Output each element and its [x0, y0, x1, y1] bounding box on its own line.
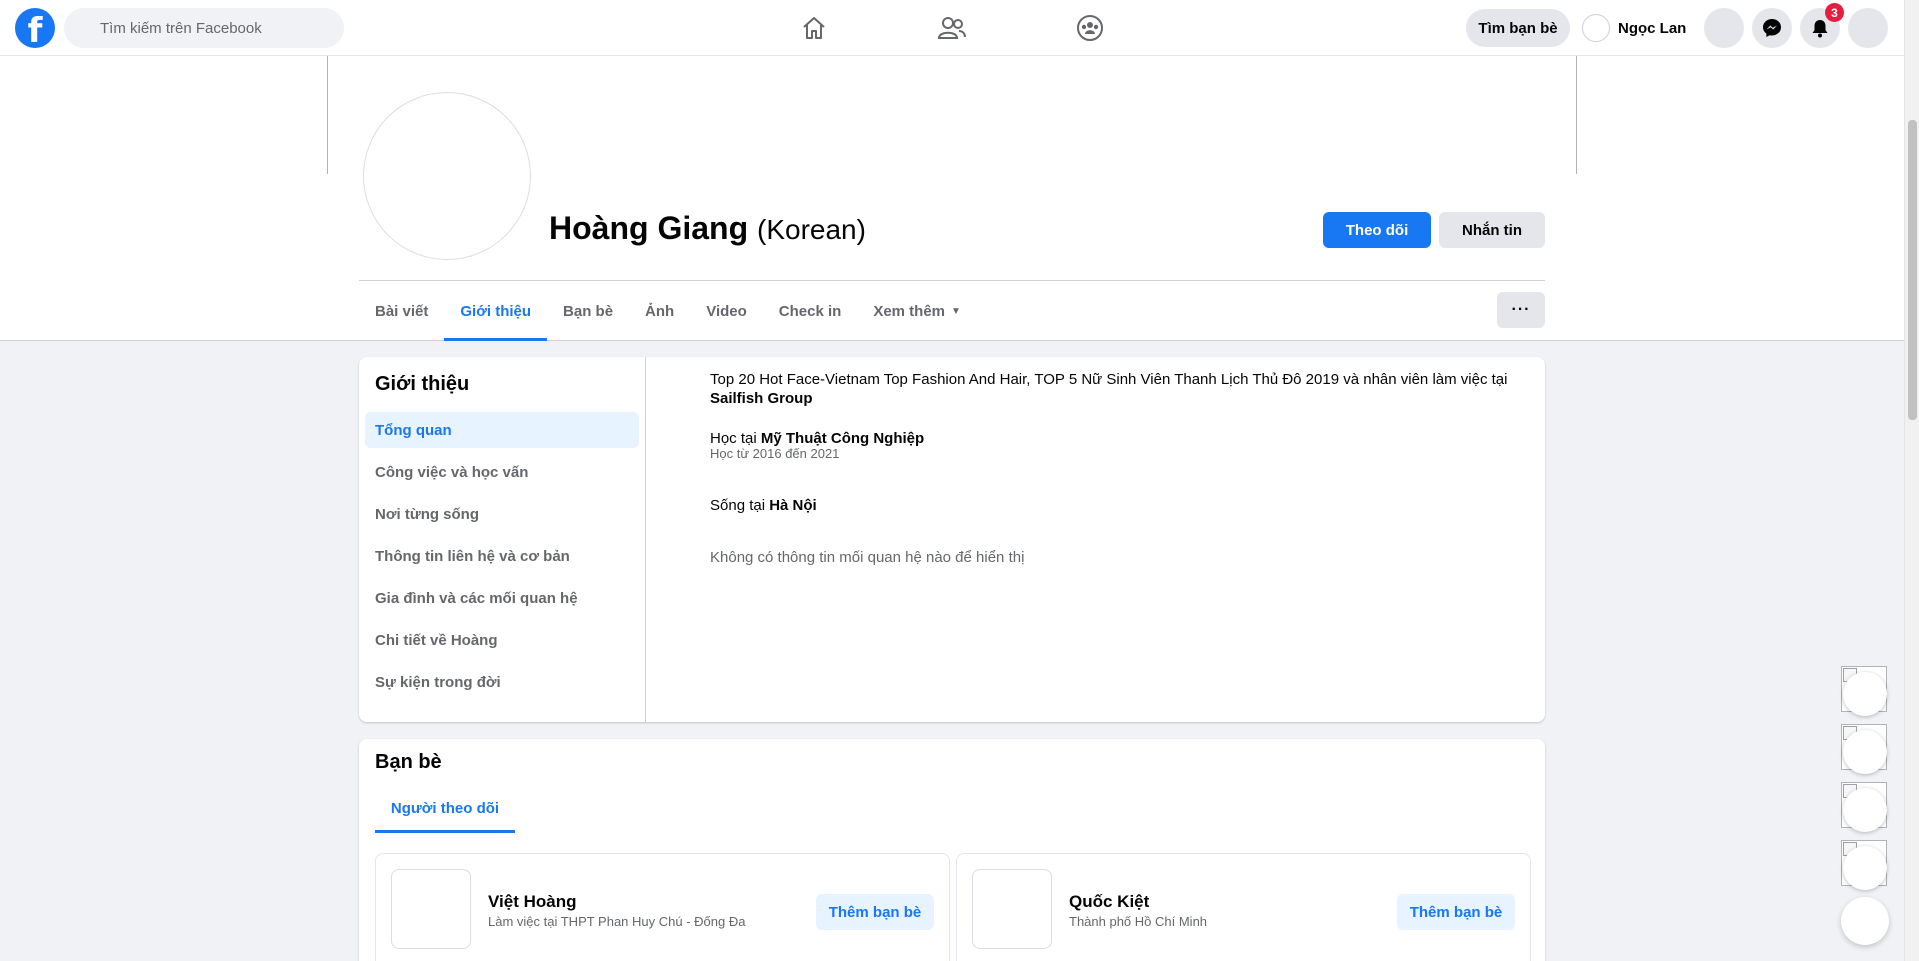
- study-period: Học từ 2016 đến 2021: [710, 446, 840, 461]
- sidebar-item-details[interactable]: Chi tiết về Hoàng: [365, 622, 639, 658]
- new-message-button[interactable]: [1841, 897, 1889, 945]
- lives-info: Sống tại Hà Nội: [710, 496, 817, 515]
- tab-photos[interactable]: Ảnh: [629, 281, 690, 341]
- page-scrollbar[interactable]: [1904, 0, 1919, 961]
- tab-posts[interactable]: Bài viết: [359, 281, 444, 341]
- messenger-icon: [1763, 19, 1781, 37]
- tab-see-more[interactable]: Xem thêm ▼: [857, 281, 977, 341]
- sidebar-item-life-events[interactable]: Sự kiện trong đời: [365, 664, 639, 700]
- tab-about[interactable]: Giới thiệu: [444, 281, 547, 341]
- groups-icon[interactable]: [1074, 12, 1106, 44]
- contact-bubble[interactable]: [1841, 666, 1887, 716]
- profile-name-text: Hoàng Giang: [549, 210, 749, 246]
- search-box[interactable]: [64, 8, 344, 48]
- friend-name[interactable]: Việt Hoàng: [488, 892, 576, 912]
- user-profile-chip[interactable]: Ngọc Lan: [1574, 9, 1694, 47]
- tab-followers[interactable]: Người theo dõi: [375, 783, 515, 833]
- friend-avatar[interactable]: [391, 869, 471, 949]
- profile-alt-name: (Korean): [757, 214, 866, 245]
- search-input[interactable]: [100, 19, 344, 37]
- notification-badge: 3: [1825, 3, 1844, 22]
- sidebar-item-family-relationships[interactable]: Gia đình và các mối quan hệ: [365, 580, 639, 616]
- messenger-button[interactable]: [1752, 8, 1792, 48]
- follow-button[interactable]: Theo dõi: [1323, 212, 1431, 248]
- study-prefix: Học tại: [710, 430, 757, 447]
- message-button[interactable]: Nhắn tin: [1439, 212, 1545, 248]
- friends-icon[interactable]: [936, 12, 968, 44]
- friend-name[interactable]: Quốc Kiệt: [1069, 892, 1149, 912]
- contact-avatar: [1843, 846, 1887, 890]
- profile-name: Hoàng Giang (Korean): [549, 210, 866, 247]
- friend-item[interactable]: Việt Hoàng Làm việc tại THPT Phan Huy Ch…: [375, 853, 950, 961]
- find-friends-button[interactable]: Tìm bạn bè: [1466, 9, 1570, 47]
- bell-icon: [1812, 20, 1828, 38]
- facebook-logo-icon[interactable]: f: [15, 8, 55, 48]
- cover-photo-edge: [1576, 56, 1577, 174]
- work-place-link[interactable]: Sailfish Group: [710, 390, 813, 407]
- contact-avatar: [1843, 788, 1887, 832]
- friend-subtitle: Làm việc tại THPT Phan Huy Chú - Đống Đa: [488, 914, 746, 929]
- lives-place-link[interactable]: Hà Nội: [769, 497, 817, 514]
- contact-avatar: [1843, 672, 1887, 716]
- home-icon[interactable]: [798, 12, 830, 44]
- sidebar-item-work-education[interactable]: Công việc và học vấn: [365, 454, 639, 490]
- relationship-empty-text: Không có thông tin mối quan hệ nào để hi…: [710, 549, 1025, 566]
- study-place-link[interactable]: Mỹ Thuật Công Nghiệp: [761, 430, 924, 447]
- tab-videos[interactable]: Video: [690, 281, 763, 341]
- work-info: Top 20 Hot Face-Vietnam Top Fashion And …: [710, 370, 1530, 408]
- friend-subtitle: Thành phố Hồ Chí Minh: [1069, 914, 1208, 929]
- intro-card: Giới thiệu Tổng quan Công việc và học vấ…: [359, 357, 1545, 722]
- friend-item[interactable]: Quốc Kiệt Thành phố Hồ Chí Minh Thêm bạn…: [956, 853, 1531, 961]
- user-name: Ngọc Lan: [1618, 19, 1687, 37]
- intro-title: Giới thiệu: [375, 373, 470, 395]
- contact-avatar: [1843, 730, 1887, 774]
- work-text: Top 20 Hot Face-Vietnam Top Fashion And …: [710, 371, 1508, 388]
- sidebar-item-overview[interactable]: Tổng quan: [365, 412, 639, 448]
- account-button[interactable]: [1848, 8, 1888, 48]
- tab-friends[interactable]: Bạn bè: [547, 281, 629, 341]
- contact-bubble[interactable]: [1841, 782, 1887, 832]
- facebook-logo-letter: f: [27, 11, 43, 48]
- menu-button[interactable]: [1704, 8, 1744, 48]
- intro-content: Top 20 Hot Face-Vietnam Top Fashion And …: [698, 357, 1518, 722]
- sidebar-item-places-lived[interactable]: Nơi từng sống: [365, 496, 639, 532]
- profile-picture[interactable]: [363, 92, 531, 260]
- add-friend-button[interactable]: Thêm bạn bè: [816, 894, 934, 930]
- friends-card: Bạn bè Người theo dõi Việt Hoàng Làm việ…: [359, 739, 1545, 961]
- avatar: [1582, 14, 1610, 42]
- tab-check-in[interactable]: Check in: [763, 281, 858, 341]
- friend-avatar[interactable]: [972, 869, 1052, 949]
- top-navigation-bar: f Tìm bạn bè Ngọc Lan 3: [0, 0, 1904, 56]
- more-options-button[interactable]: ···: [1497, 292, 1545, 328]
- profile-header: Hoàng Giang (Korean) Theo dõi Nhắn tin B…: [0, 56, 1904, 341]
- add-friend-button[interactable]: Thêm bạn bè: [1397, 894, 1515, 930]
- profile-tabs: Bài viết Giới thiệu Bạn bè Ảnh Video Che…: [359, 281, 977, 341]
- lives-prefix: Sống tại: [710, 497, 766, 514]
- cover-photo-edge: [327, 56, 328, 174]
- contact-bubble[interactable]: [1841, 840, 1887, 890]
- friends-title: Bạn bè: [375, 751, 442, 773]
- intro-sidebar: Giới thiệu Tổng quan Công việc và học vấ…: [359, 357, 646, 722]
- scrollbar-thumb[interactable]: [1908, 120, 1917, 420]
- caret-down-icon: ▼: [951, 305, 961, 317]
- contact-bubble[interactable]: [1841, 724, 1887, 774]
- sidebar-item-contact-info[interactable]: Thông tin liên hệ và cơ bản: [365, 538, 639, 574]
- notifications-button[interactable]: 3: [1800, 3, 1844, 48]
